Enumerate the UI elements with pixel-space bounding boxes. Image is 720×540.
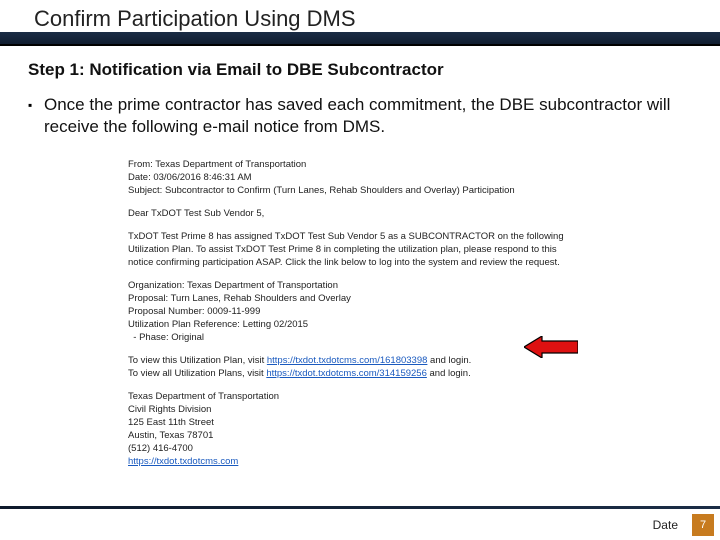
email-greeting: Dear TxDOT Test Sub Vendor 5, [128,207,598,220]
email-from: From: Texas Department of Transportation [128,158,598,171]
bullet-square-icon: ▪ [28,94,38,116]
email-signature-line: Austin, Texas 78701 [128,429,598,442]
email-signature-link: https://txdot.txdotcms.com [128,455,598,468]
email-signature-line: 125 East 11th Street [128,416,598,429]
email-and-login: and login. [427,368,471,379]
email-and-login: and login. [427,355,471,366]
title-underline [0,44,720,46]
footer: Date 7 [0,506,720,540]
email-view-all-prefix: To view all Utilization Plans, visit [128,368,266,379]
bullet-item: ▪ Once the prime contractor has saved ea… [28,94,692,138]
email-view-all: To view all Utilization Plans, visit htt… [128,367,598,380]
email-signature-line: Civil Rights Division [128,403,598,416]
email-view-all-link[interactable]: https://txdot.txdotcms.com/314159256 [266,368,427,379]
title-bar: Confirm Participation Using DMS [0,0,720,46]
email-body-line: notice confirming participation ASAP. Cl… [128,256,598,269]
email-subject: Subject: Subcontractor to Confirm (Turn … [128,184,598,197]
email-screenshot: From: Texas Department of Transportation… [128,158,598,468]
page-number: 7 [700,519,706,531]
page-number-badge: 7 [692,514,714,536]
email-signature-line: Texas Department of Transportation [128,390,598,403]
email-signature-line: (512) 416-4700 [128,442,598,455]
email-signature-url[interactable]: https://txdot.txdotcms.com [128,456,238,467]
email-proposal: Proposal: Turn Lanes, Rehab Shoulders an… [128,292,598,305]
slide-title: Confirm Participation Using DMS [34,6,356,32]
footer-divider [0,506,720,509]
email-proposal-number: Proposal Number: 0009-11-999 [128,305,598,318]
bullet-text: Once the prime contractor has saved each… [38,94,692,138]
email-body-line: Utilization Plan. To assist TxDOT Test P… [128,243,598,256]
step-heading: Step 1: Notification via Email to DBE Su… [28,60,692,80]
email-org: Organization: Texas Department of Transp… [128,279,598,292]
slide-body: Step 1: Notification via Email to DBE Su… [28,60,692,138]
slide: Confirm Participation Using DMS Step 1: … [0,0,720,540]
footer-date-label: Date [653,518,678,532]
email-view-this-link[interactable]: https://txdot.txdotcms.com/161803398 [267,355,428,366]
email-view-this-prefix: To view this Utilization Plan, visit [128,355,267,366]
email-date: Date: 03/06/2016 8:46:31 AM [128,171,598,184]
email-body-line: TxDOT Test Prime 8 has assigned TxDOT Te… [128,230,598,243]
red-arrow-left-icon [524,336,578,358]
email-plan-ref: Utilization Plan Reference: Letting 02/2… [128,318,598,331]
